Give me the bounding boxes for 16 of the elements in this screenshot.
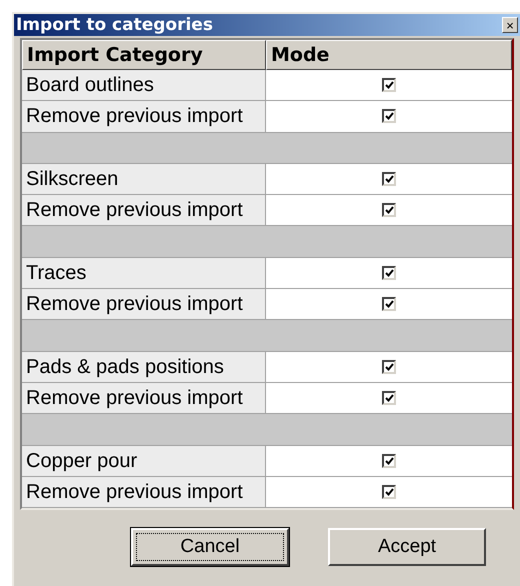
table-cell: Board outlines xyxy=(22,70,266,100)
table-cell: Copper pour xyxy=(22,446,266,476)
close-button[interactable]: × xyxy=(502,17,518,33)
table-cell: Silkscreen xyxy=(22,164,266,194)
dialog-button[interactable]: Cancel xyxy=(131,528,289,566)
table-cell: Pads & pads positions xyxy=(22,352,266,382)
dialog-button[interactable]: Accept xyxy=(328,528,486,566)
table-cell: Remove previous import xyxy=(22,289,266,320)
column-header: Import Category xyxy=(22,40,266,70)
table-cell: Remove previous import xyxy=(22,476,266,508)
table-cell: Remove previous import xyxy=(22,101,266,132)
window-title: Import to categories xyxy=(16,16,213,34)
column-header: Mode xyxy=(266,40,512,70)
table-cell: Remove previous import xyxy=(22,382,266,414)
table-cell: Remove previous import xyxy=(22,195,266,226)
table-cell: Traces xyxy=(22,258,266,288)
